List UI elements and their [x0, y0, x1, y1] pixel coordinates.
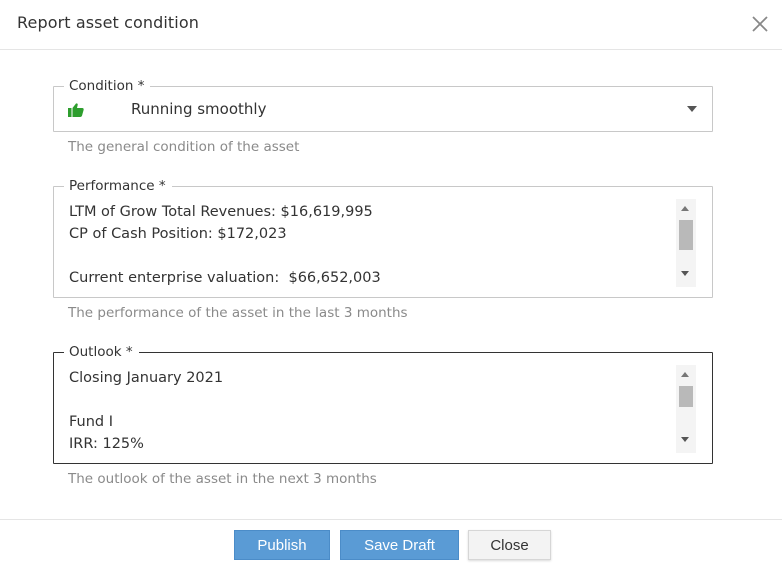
outlook-textarea[interactable]: Outlook * Closing January 2021 Fund I IR… [53, 344, 713, 464]
close-button[interactable]: Close [468, 530, 551, 560]
scroll-thumb[interactable] [679, 386, 693, 407]
performance-textarea[interactable]: Performance * LTM of Grow Total Revenues… [53, 178, 713, 298]
condition-label: Condition * [64, 78, 151, 94]
condition-select[interactable]: Condition * Running smoothly [53, 78, 713, 132]
dialog-footer: Publish Save Draft Close [0, 519, 782, 566]
performance-help: The performance of the asset in the last… [68, 305, 408, 321]
performance-scrollbar[interactable] [676, 199, 696, 287]
condition-value: Running smoothly [131, 100, 267, 118]
scroll-up-icon[interactable] [681, 206, 689, 211]
scroll-down-icon[interactable] [681, 271, 689, 276]
outlook-scrollbar[interactable] [676, 365, 696, 453]
save-draft-button[interactable]: Save Draft [340, 530, 459, 560]
scroll-thumb[interactable] [679, 220, 693, 250]
thumbs-up-icon [68, 102, 84, 117]
performance-label: Performance * [64, 178, 172, 194]
dialog-title: Report asset condition [17, 13, 199, 32]
outlook-text[interactable]: Closing January 2021 Fund I IRR: 125% [69, 367, 669, 455]
performance-text[interactable]: LTM of Grow Total Revenues: $16,619,995 … [69, 201, 669, 289]
scroll-up-icon[interactable] [681, 372, 689, 377]
dialog-header: Report asset condition [0, 0, 782, 50]
outlook-help: The outlook of the asset in the next 3 m… [68, 471, 377, 487]
condition-help: The general condition of the asset [68, 139, 300, 155]
scroll-down-icon[interactable] [681, 437, 689, 442]
chevron-down-icon[interactable] [687, 106, 697, 112]
close-icon[interactable] [748, 12, 772, 36]
outlook-label: Outlook * [64, 344, 139, 360]
publish-button[interactable]: Publish [234, 530, 330, 560]
report-asset-dialog: Report asset condition Condition * Runni… [0, 0, 782, 565]
